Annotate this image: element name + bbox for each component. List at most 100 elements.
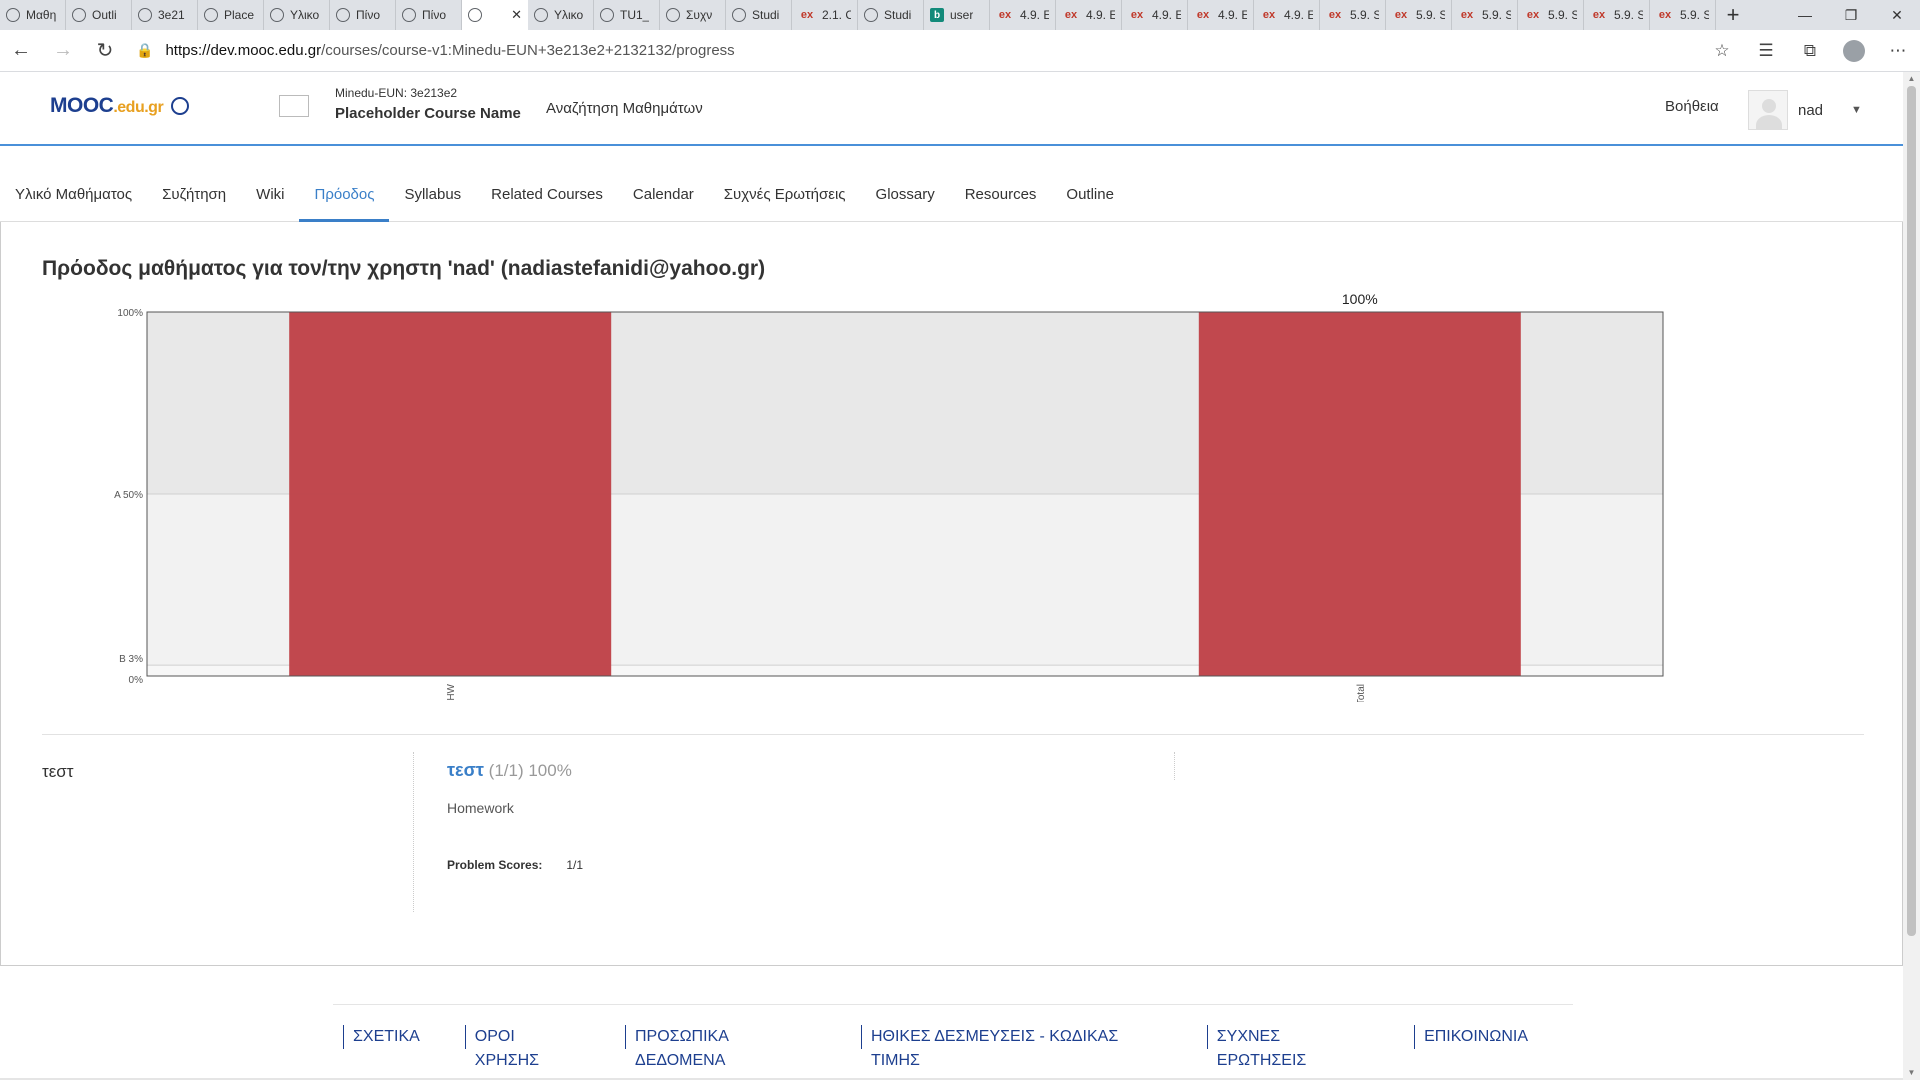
footer-link[interactable]: ΟΡΟΙ ΧΡΗΣΗΣ [464, 1025, 589, 1069]
browser-tab[interactable]: ✕ [462, 0, 528, 30]
page: MOOC.edu.gr Minedu-EUN: 3e213e2 Placehol… [0, 72, 1903, 1080]
problem-scores-value: 1/1 [566, 858, 584, 872]
favorite-star-icon[interactable]: ☆ [1700, 40, 1744, 62]
browser-tab[interactable]: ex 5.9. S [1650, 0, 1716, 30]
browser-tab-title: 3e21 [158, 8, 185, 22]
column-divider [413, 752, 414, 912]
browser-tab[interactable]: 3e21 [132, 0, 198, 30]
course-tab[interactable]: Πρόοδος [299, 184, 390, 222]
chapter-name: τεστ [42, 762, 74, 781]
close-window-icon[interactable]: ✕ [1874, 0, 1920, 30]
chevron-down-icon[interactable]: ▼ [1851, 104, 1862, 116]
favorites-list-icon[interactable]: ☰ [1744, 40, 1788, 62]
browser-tab[interactable]: Συχν [660, 0, 726, 30]
bar [289, 312, 612, 676]
footer-link[interactable]: ΕΠΙΚΟΙΝΩΝΙΑ [1414, 1025, 1537, 1049]
browser-tab-title: 4.9. E [1020, 8, 1049, 22]
back-icon[interactable]: ← [0, 30, 42, 72]
ministry-seal-icon [171, 97, 190, 115]
course-tab[interactable]: Glossary [861, 184, 950, 222]
course-tab[interactable]: Resources [950, 184, 1052, 222]
minimize-icon[interactable]: — [1782, 0, 1828, 30]
user-avatar[interactable] [1748, 90, 1788, 130]
vertical-scrollbar[interactable]: ▲ ▼ [1903, 72, 1920, 1080]
url-field[interactable]: 🔒 https://dev.mooc.edu.gr/courses/course… [136, 35, 1696, 67]
logo-edu-text: .edu.gr [113, 99, 164, 116]
site-logo[interactable]: MOOC.edu.gr [50, 94, 310, 118]
forward-icon[interactable]: → [42, 30, 84, 72]
reload-icon[interactable]: ↻ [84, 30, 126, 72]
browser-tab[interactable]: b user [924, 0, 990, 30]
browser-tab-title: Studi [752, 8, 780, 22]
browser-tab[interactable]: ex 4.9. E [1056, 0, 1122, 30]
browser-tab[interactable]: Studi [858, 0, 924, 30]
browser-tab-title: Πίνο [422, 8, 447, 22]
globe-favicon-icon [270, 8, 284, 22]
lock-icon[interactable]: 🔒 [136, 42, 153, 59]
course-tab[interactable]: Συχνές Ερωτήσεις [709, 184, 861, 222]
restore-icon[interactable]: ❐ [1828, 0, 1874, 30]
course-tab[interactable]: Συζήτηση [147, 184, 241, 222]
footer-link[interactable]: ΠΡΟΣΩΠΙΚΑ ΔΕΔΟΜΕΝΑ [625, 1025, 825, 1069]
browser-tab[interactable]: ex 5.9. S [1320, 0, 1386, 30]
browser-tab-title: 4.9. E [1218, 8, 1247, 22]
profile-icon[interactable] [1832, 39, 1876, 62]
subsection-format: Homework [447, 800, 514, 816]
browser-tab[interactable]: Πίνο [396, 0, 462, 30]
footer-link[interactable]: ΣΧΕΤΙΚΑ [343, 1025, 429, 1049]
browser-tab[interactable]: ex 4.9. E [990, 0, 1056, 30]
browser-tab[interactable]: ex 2.1. C [792, 0, 858, 30]
browser-tab[interactable]: ex 5.9. S [1518, 0, 1584, 30]
browser-tab[interactable]: Place [198, 0, 264, 30]
window-controls: — ❐ ✕ [1782, 0, 1920, 30]
browser-tab[interactable]: Outli [66, 0, 132, 30]
browser-tab[interactable]: ex 4.9. E [1254, 0, 1320, 30]
course-tab[interactable]: Outline [1051, 184, 1129, 222]
course-tab[interactable]: Wiki [241, 184, 299, 222]
progress-content: Πρόοδος μαθήματος για τον/την χρηστη 'na… [0, 222, 1903, 966]
browser-tab[interactable]: Studi [726, 0, 792, 30]
browser-tab-title: 5.9. S [1350, 8, 1379, 22]
browser-tab[interactable]: Υλικο [264, 0, 330, 30]
help-link[interactable]: Βοήθεια [1665, 98, 1719, 115]
edx-favicon-icon: ex [1328, 9, 1342, 21]
edx-favicon-icon: ex [1130, 9, 1144, 21]
collections-icon[interactable]: ⧉ [1788, 40, 1832, 62]
course-tab[interactable]: Calendar [618, 184, 709, 222]
scroll-down-icon[interactable]: ▼ [1903, 1066, 1920, 1080]
globe-favicon-icon [72, 8, 86, 22]
browser-tab[interactable]: Πίνο [330, 0, 396, 30]
course-search-link[interactable]: Αναζήτηση Μαθημάτων [546, 100, 703, 117]
browser-tab-title: 5.9. S [1482, 8, 1511, 22]
footer-link[interactable]: ΣΥΧΝΕΣ ΕΡΩΤΗΣΕΙΣ [1206, 1025, 1378, 1069]
logo-mooc: MOOC.edu.gr [50, 94, 164, 118]
edx-favicon-icon: ex [1394, 9, 1408, 21]
footer-link[interactable]: ΗΘΙΚΕΣ ΔΕΣΜΕΥΣΕΙΣ - ΚΩΔΙΚΑΣ ΤΙΜΗΣ [860, 1025, 1171, 1069]
browser-tab[interactable]: ex 5.9. S [1584, 0, 1650, 30]
browser-tab[interactable]: ex 5.9. S [1452, 0, 1518, 30]
course-tab[interactable]: Υλικό Μαθήματος [0, 184, 147, 222]
browser-tab-title: 5.9. S [1416, 8, 1445, 22]
scroll-up-icon[interactable]: ▲ [1903, 72, 1920, 86]
address-bar: ← → ↻ 🔒 https://dev.mooc.edu.gr/courses/… [0, 30, 1920, 72]
subsection-link[interactable]: τεστ [447, 760, 484, 780]
user-menu[interactable]: nad ▼ [1748, 90, 1862, 130]
problem-scores: Problem Scores: 1/1 [447, 858, 583, 872]
browser-tab[interactable]: Μαθη [0, 0, 66, 30]
browser-tab[interactable]: TU1_ [594, 0, 660, 30]
close-tab-icon[interactable]: ✕ [511, 7, 522, 23]
browser-tab[interactable]: ex 4.9. E [1188, 0, 1254, 30]
browser-tab[interactable]: ex 4.9. E [1122, 0, 1188, 30]
username[interactable]: nad [1798, 102, 1823, 119]
course-tab[interactable]: Syllabus [389, 184, 476, 222]
course-tab[interactable]: Related Courses [476, 184, 618, 222]
browser-tab[interactable]: Υλικο [528, 0, 594, 30]
scrollbar-thumb[interactable] [1907, 86, 1916, 936]
browser-tab[interactable]: ex 5.9. S [1386, 0, 1452, 30]
browser-tab-title: 2.1. C [822, 8, 851, 22]
new-tab-button[interactable]: + [1716, 0, 1750, 30]
more-menu-icon[interactable]: ⋯ [1876, 40, 1920, 62]
edx-favicon-icon: ex [800, 9, 814, 21]
browser-tab-title: 5.9. S [1680, 8, 1709, 22]
browser-tab-title: user [950, 8, 974, 22]
